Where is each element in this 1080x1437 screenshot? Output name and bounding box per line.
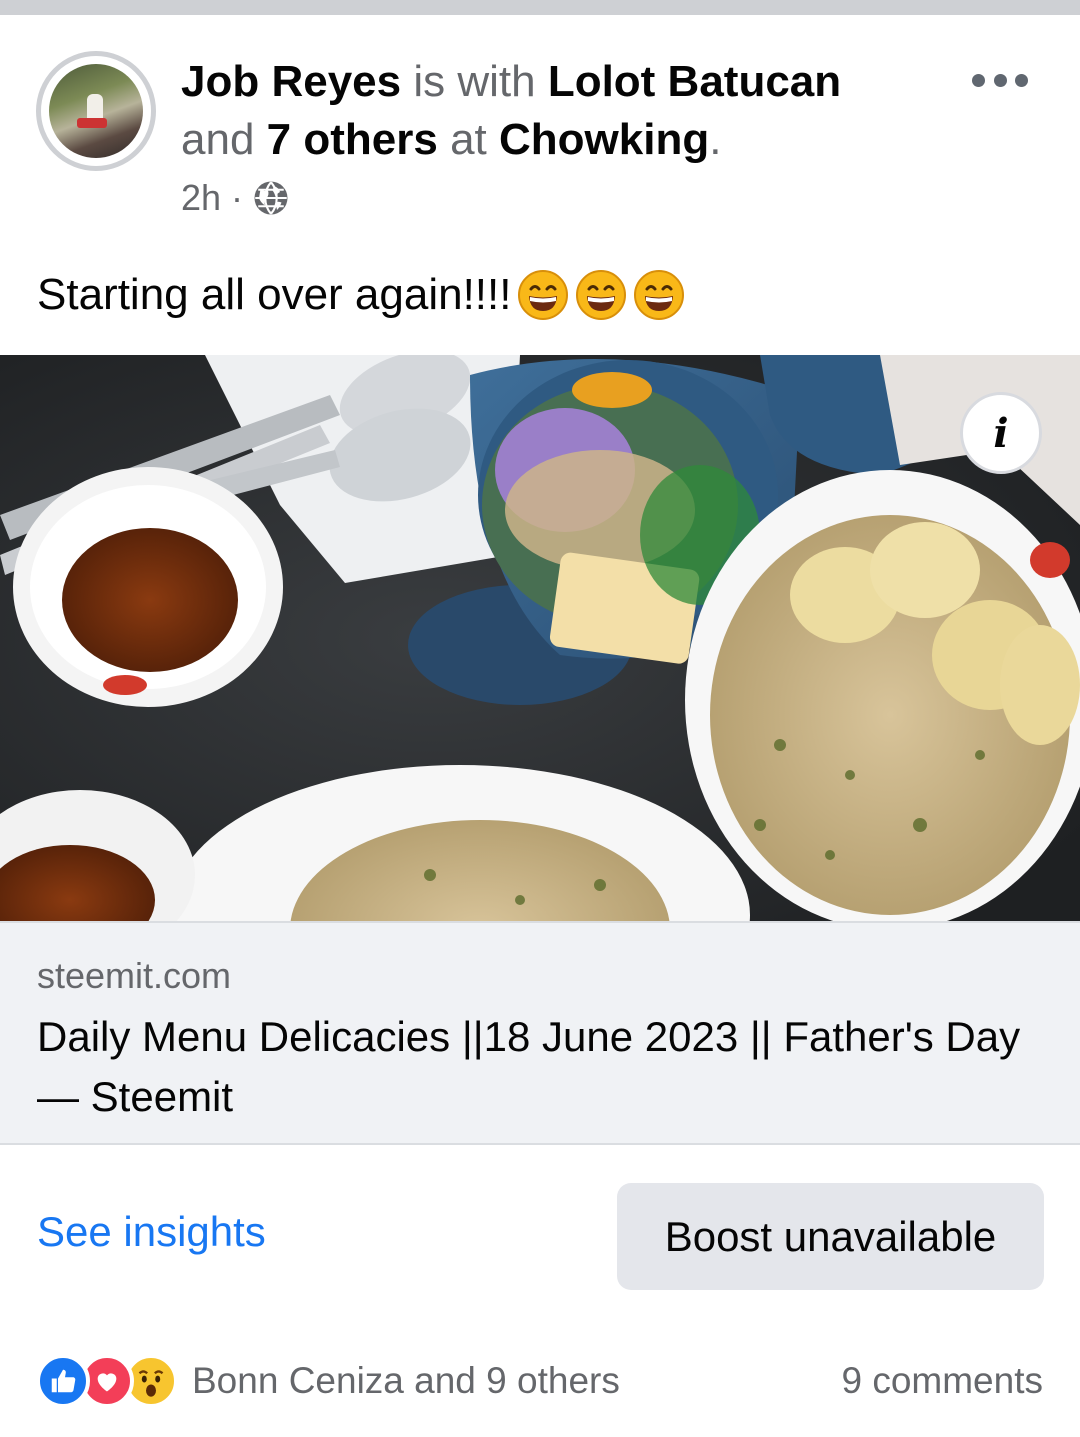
tagged-others-link[interactable]: 7 others bbox=[267, 115, 438, 164]
top-divider-strip bbox=[0, 0, 1080, 15]
and-text: and bbox=[181, 115, 255, 164]
post-time[interactable]: 2h bbox=[181, 177, 221, 219]
like-icon bbox=[36, 1354, 90, 1408]
see-insights-link[interactable]: See insights bbox=[37, 1208, 266, 1256]
link-domain: steemit.com bbox=[37, 955, 232, 996]
globe-icon[interactable] bbox=[253, 180, 289, 216]
info-icon[interactable]: i bbox=[960, 392, 1042, 474]
author-name[interactable]: Job Reyes bbox=[181, 57, 401, 106]
at-text: at bbox=[450, 115, 487, 164]
grinning-emoji-icon bbox=[634, 270, 685, 320]
grinning-emoji-icon bbox=[576, 270, 627, 320]
reactions-summary[interactable]: Bonn Ceniza and 9 others bbox=[36, 1354, 620, 1408]
boost-unavailable-button[interactable]: Boost unavailable bbox=[617, 1183, 1044, 1290]
title-period: . bbox=[709, 115, 722, 164]
reactions-text[interactable]: Bonn Ceniza and 9 others bbox=[192, 1360, 620, 1402]
grinning-emoji-icon bbox=[518, 270, 569, 320]
with-text: is with bbox=[413, 57, 536, 106]
avatar-image bbox=[49, 64, 143, 158]
post-header: Job Reyes is with Lolot Batucan and 7 ot… bbox=[0, 15, 1080, 240]
caption-text: Starting all over again!!!! bbox=[37, 270, 512, 319]
more-options-icon[interactable] bbox=[972, 70, 1028, 90]
post-photo[interactable] bbox=[0, 355, 1080, 921]
food-photo-image bbox=[0, 355, 1080, 921]
post-meta: 2h · bbox=[181, 177, 289, 219]
place-link[interactable]: Chowking bbox=[499, 115, 709, 164]
post-title-line: Job Reyes is with Lolot Batucan and 7 ot… bbox=[181, 53, 941, 169]
post-caption: Starting all over again!!!! bbox=[37, 265, 685, 325]
tagged-person[interactable]: Lolot Batucan bbox=[548, 57, 841, 106]
meta-separator: · bbox=[231, 177, 244, 218]
author-avatar[interactable] bbox=[36, 51, 156, 171]
link-preview-card[interactable]: steemit.com Daily Menu Delicacies ||18 J… bbox=[0, 921, 1080, 1145]
comments-count[interactable]: 9 comments bbox=[841, 1360, 1043, 1402]
link-title: Daily Menu Delicacies ||18 June 2023 || … bbox=[37, 1013, 1021, 1120]
